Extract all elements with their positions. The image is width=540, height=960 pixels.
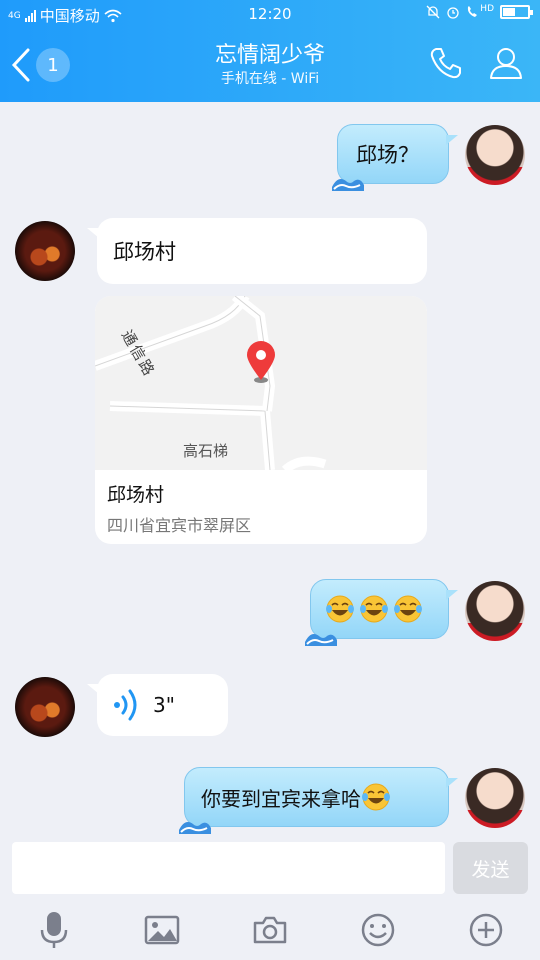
chat-header: 4G 中国移动 12:20 HD 1 忘情阔少爷 手机在线 - WiFi: [0, 0, 540, 102]
my-message-bubble[interactable]: 你要到宜宾来拿哈: [179, 767, 458, 834]
wave-decoration-icon: [305, 634, 337, 646]
back-button[interactable]: 1: [10, 44, 80, 86]
alarm-icon: [447, 7, 459, 19]
contact-avatar[interactable]: [15, 221, 75, 281]
wave-decoration-icon: [179, 822, 211, 834]
send-button[interactable]: 发送: [453, 842, 528, 894]
contact-message-bubble[interactable]: 邱场村: [87, 218, 427, 284]
message-input[interactable]: [12, 842, 445, 894]
contact-avatar[interactable]: [15, 677, 75, 737]
my-avatar[interactable]: [465, 125, 525, 185]
call-button[interactable]: [426, 42, 466, 84]
status-right: HD: [426, 4, 533, 19]
voice-wave-icon: [114, 689, 137, 721]
smiley-icon: [361, 913, 395, 947]
emoji-button[interactable]: [356, 908, 400, 952]
microphone-icon: [40, 912, 68, 948]
laughing-tears-emoji: [394, 595, 422, 623]
status-bar: 4G 中国移动 12:20 HD: [0, 0, 540, 28]
message-text: 邱场？: [356, 143, 419, 167]
location-name: 邱场村: [107, 484, 165, 506]
laughing-tears-emoji: [326, 595, 354, 623]
camera-icon: [253, 916, 287, 944]
voice-duration: 3": [153, 693, 175, 717]
phone-icon: [430, 48, 461, 79]
more-button[interactable]: [464, 908, 508, 952]
call-hd-icon: [468, 6, 478, 17]
conversation-title: 忘情阔少爷: [214, 43, 325, 68]
my-avatar[interactable]: [465, 581, 525, 641]
laughing-tears-emoji: [360, 595, 388, 623]
mute-bell-icon: [426, 5, 440, 19]
battery-icon: [500, 5, 533, 19]
voice-input-button[interactable]: [32, 908, 76, 952]
voice-message-bubble[interactable]: 3": [87, 674, 228, 736]
laughing-tears-emoji: [362, 783, 390, 811]
message-text: 邱场村: [113, 240, 176, 264]
conversation-title-block[interactable]: 忘情阔少爷 手机在线 - WiFi: [140, 42, 400, 88]
my-message-bubble[interactable]: [305, 579, 458, 646]
image-button[interactable]: [140, 908, 184, 952]
map-pin-icon: [247, 341, 275, 383]
my-avatar[interactable]: [465, 768, 525, 828]
unread-count-badge: 1: [36, 48, 70, 82]
conversation-subtitle: 手机在线 - WiFi: [220, 71, 320, 87]
hd-badge: HD: [480, 4, 494, 14]
my-message-bubble[interactable]: 邱场？: [332, 124, 458, 191]
profile-button[interactable]: [486, 42, 526, 84]
wave-decoration-icon: [332, 179, 364, 191]
camera-button[interactable]: [248, 908, 292, 952]
message-text: 你要到宜宾来拿哈: [201, 786, 361, 811]
plus-icon: [469, 913, 503, 947]
location-card[interactable]: 通信路 高石梯 邱场村 四川省宜宾市翠屏区: [95, 296, 427, 544]
image-icon: [144, 915, 180, 945]
profile-icon: [490, 48, 522, 79]
location-address: 四川省宜宾市翠屏区: [107, 516, 252, 535]
map-preview: 通信路 高石梯: [95, 296, 427, 474]
back-arrow-icon: [11, 48, 30, 82]
map-place-label: 高石梯: [183, 442, 229, 460]
